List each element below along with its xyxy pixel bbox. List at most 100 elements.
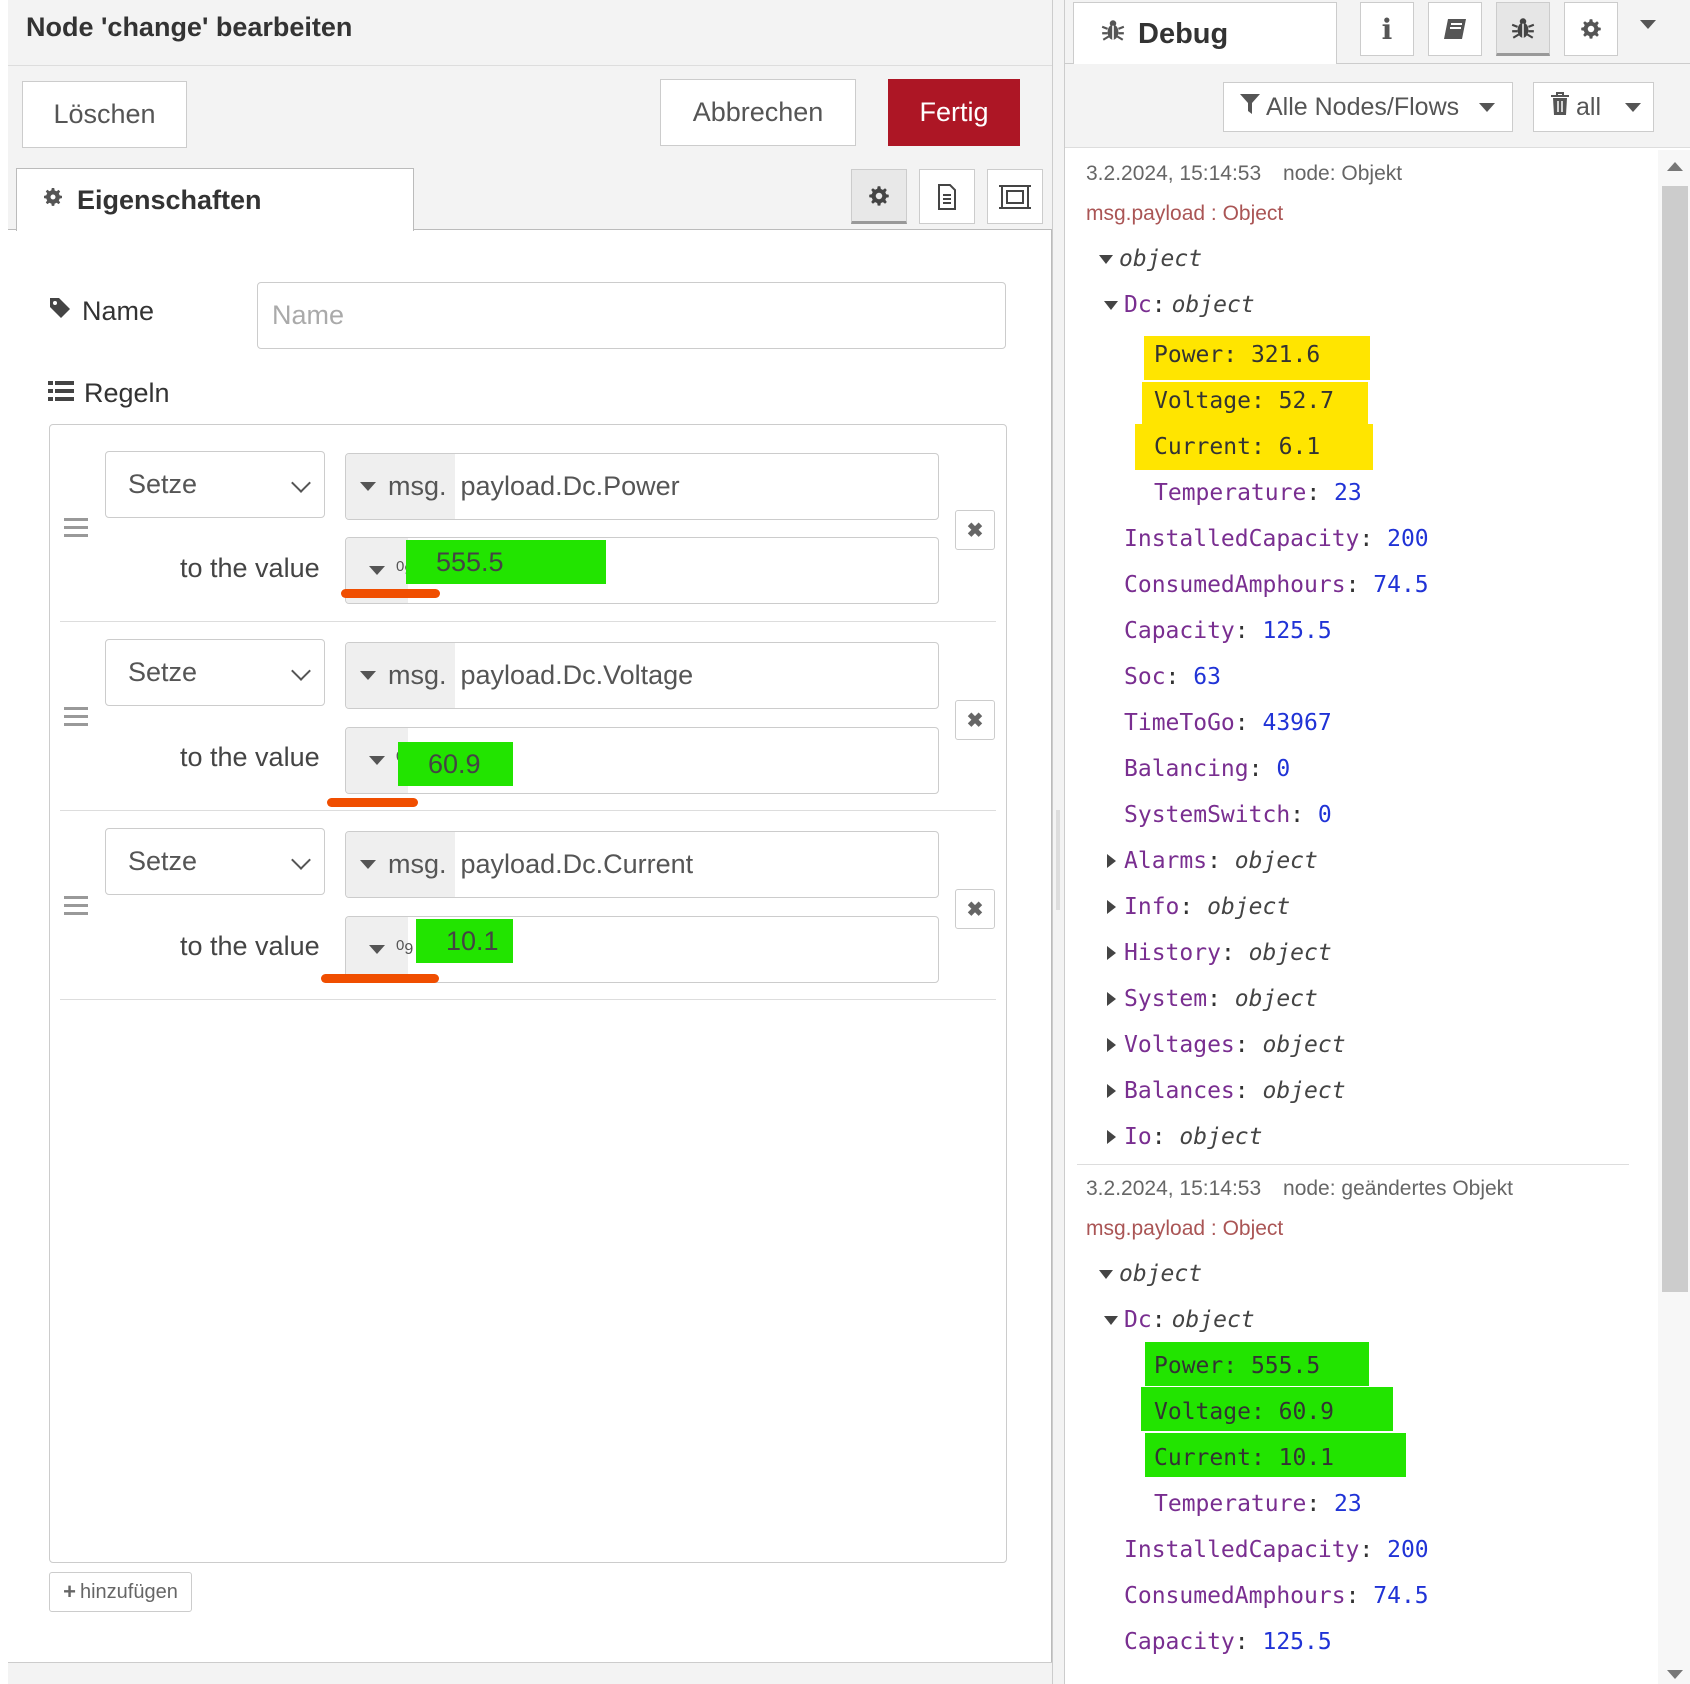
caret-right-icon (1107, 900, 1116, 914)
caret-down-icon (1479, 102, 1496, 112)
tree-node-collapsed[interactable]: Io: object (1107, 1124, 1263, 1150)
message-topic: msg.payload : Object (1086, 202, 1284, 225)
sidebar-menu-caret-down-icon[interactable] (1640, 20, 1656, 29)
tree-field[interactable]: Power: 321.6 (1154, 342, 1320, 368)
drag-handle-icon[interactable] (64, 518, 88, 538)
message-node[interactable]: node: geändertes Objekt (1283, 1177, 1513, 1200)
tree-field[interactable]: Balancing: 0 (1124, 756, 1290, 782)
list-icon (48, 378, 74, 409)
clear-messages-button[interactable]: all (1533, 82, 1654, 132)
tree-root[interactable]: object (1099, 246, 1202, 272)
drag-handle-icon[interactable] (64, 707, 88, 727)
tree-field[interactable]: SystemSwitch: 0 (1124, 802, 1332, 828)
gear-icon (41, 185, 65, 216)
info-icon[interactable]: i (1360, 2, 1414, 56)
caret-down-icon (1104, 300, 1118, 310)
tree-field[interactable]: InstalledCapacity: 200 (1124, 526, 1429, 552)
caret-down-icon (369, 566, 385, 575)
debug-scrollbar-thumb[interactable] (1662, 186, 1688, 1292)
tree-field[interactable]: ConsumedAmphours: 74.5 (1124, 1583, 1429, 1609)
tab-properties[interactable]: Eigenschaften (16, 168, 414, 231)
to-value-label: to the value (180, 553, 320, 583)
tree-node-collapsed[interactable]: Alarms: object (1107, 848, 1318, 874)
remove-rule-close-icon[interactable]: ✖ (955, 700, 995, 740)
tree-field[interactable]: Soc: 63 (1124, 664, 1221, 690)
rules-label-text: Regeln (84, 378, 170, 408)
msg-prefix: msg. (388, 471, 447, 501)
tab-appearance-frame-icon[interactable] (987, 169, 1043, 224)
rule-property-input[interactable]: msg. payload.Dc.Voltage (345, 642, 939, 709)
property-path: payload.Dc.Voltage (460, 660, 694, 690)
tree-field[interactable]: Voltage: 60.9 (1154, 1399, 1334, 1425)
message-topic: msg.payload : Object (1086, 1217, 1284, 1240)
delete-button[interactable]: Löschen (22, 81, 187, 148)
tree-field[interactable]: Temperature: 23 (1154, 1491, 1362, 1517)
tree-node-collapsed[interactable]: Voltages: object (1107, 1032, 1346, 1058)
caret-down-icon (360, 860, 376, 869)
tab-debug-label: Debug (1138, 17, 1229, 50)
divider-grip[interactable] (1056, 810, 1060, 910)
filter-label: Alle Nodes/Flows (1266, 92, 1460, 121)
message-separator (1077, 1164, 1629, 1165)
remove-rule-close-icon[interactable]: ✖ (955, 889, 995, 929)
cancel-button[interactable]: Abbrechen (660, 79, 856, 146)
tab-properties-label: Eigenschaften (77, 184, 262, 215)
debug-bug-icon[interactable] (1496, 2, 1550, 56)
rule-value-highlight: 60.9 (398, 742, 513, 786)
filter-icon (1240, 93, 1260, 122)
tree-field[interactable]: Capacity: 125.5 (1124, 618, 1332, 644)
tree-field[interactable]: Current: 10.1 (1154, 1445, 1334, 1471)
tree-node-collapsed[interactable]: System: object (1107, 986, 1318, 1012)
rule-property-input[interactable]: msg. payload.Dc.Current (345, 831, 939, 898)
tab-description-doc-icon[interactable] (919, 169, 975, 224)
rule-action-select[interactable]: Setze (105, 451, 325, 518)
tree-field[interactable]: Voltage: 52.7 (1154, 388, 1334, 414)
tree-node-collapsed[interactable]: History: object (1107, 940, 1332, 966)
plus-icon: + (63, 1579, 76, 1604)
message-node[interactable]: node: Objekt (1283, 162, 1402, 185)
tree-field[interactable]: InstalledCapacity: 200 (1124, 1537, 1429, 1563)
caret-right-icon (1107, 854, 1116, 868)
drag-handle-icon[interactable] (64, 896, 88, 916)
property-type-select[interactable]: msg. (346, 643, 455, 708)
tree-root[interactable]: object (1099, 1261, 1202, 1287)
editor-title: Node 'change' bearbeiten (26, 12, 353, 42)
tab-settings-gear-icon[interactable] (851, 169, 907, 224)
property-type-select[interactable]: msg. (346, 454, 455, 519)
tree-field[interactable]: Current: 6.1 (1154, 434, 1320, 460)
msg-prefix: msg. (388, 660, 447, 690)
book-icon[interactable] (1428, 2, 1482, 56)
tree-node-dc[interactable]: Dc: object (1104, 292, 1255, 318)
chevron-down-icon (291, 473, 311, 493)
tab-debug[interactable]: Debug (1073, 2, 1337, 65)
tree-node-collapsed[interactable]: Info: object (1107, 894, 1290, 920)
property-type-select[interactable]: msg. (346, 832, 455, 897)
tree-field[interactable]: TimeToGo: 43967 (1124, 710, 1332, 736)
tree-field[interactable]: Power: 555.5 (1154, 1353, 1320, 1379)
config-gear-icon[interactable] (1564, 2, 1618, 56)
rule-value-input[interactable]: 09 10.1 (345, 916, 939, 983)
rule-property-input[interactable]: msg. payload.Dc.Power (345, 453, 939, 520)
tree-node-collapsed[interactable]: Balances: object (1107, 1078, 1346, 1104)
rule-action-select[interactable]: Setze (105, 828, 325, 895)
caret-down-icon (1104, 1315, 1118, 1325)
scroll-up-icon[interactable] (1667, 162, 1683, 171)
filter-nodes-button[interactable]: Alle Nodes/Flows (1223, 82, 1513, 132)
tree-field[interactable]: ConsumedAmphours: 74.5 (1124, 572, 1429, 598)
rule-action-select[interactable]: Setze (105, 639, 325, 706)
caret-right-icon (1107, 946, 1116, 960)
add-rule-button[interactable]: + hinzufügen (49, 1572, 192, 1612)
tree-type: object (1171, 1307, 1255, 1333)
rule-value-input[interactable]: 09 60.9 (345, 727, 939, 794)
tree-field[interactable]: Temperature: 23 (1154, 480, 1362, 506)
bug-icon (1100, 17, 1126, 51)
name-input[interactable]: Name (257, 282, 1006, 349)
rule-action-value: Setze (128, 469, 198, 499)
number-type-icon: 09 (396, 937, 414, 958)
remove-rule-close-icon[interactable]: ✖ (955, 510, 995, 550)
tree-field[interactable]: Capacity: 125.5 (1124, 1629, 1332, 1655)
tree-node-dc[interactable]: Dc: object (1104, 1307, 1255, 1333)
scroll-down-icon[interactable] (1667, 1670, 1683, 1679)
done-button[interactable]: Fertig (888, 79, 1020, 146)
rule-action-value: Setze (128, 846, 198, 876)
